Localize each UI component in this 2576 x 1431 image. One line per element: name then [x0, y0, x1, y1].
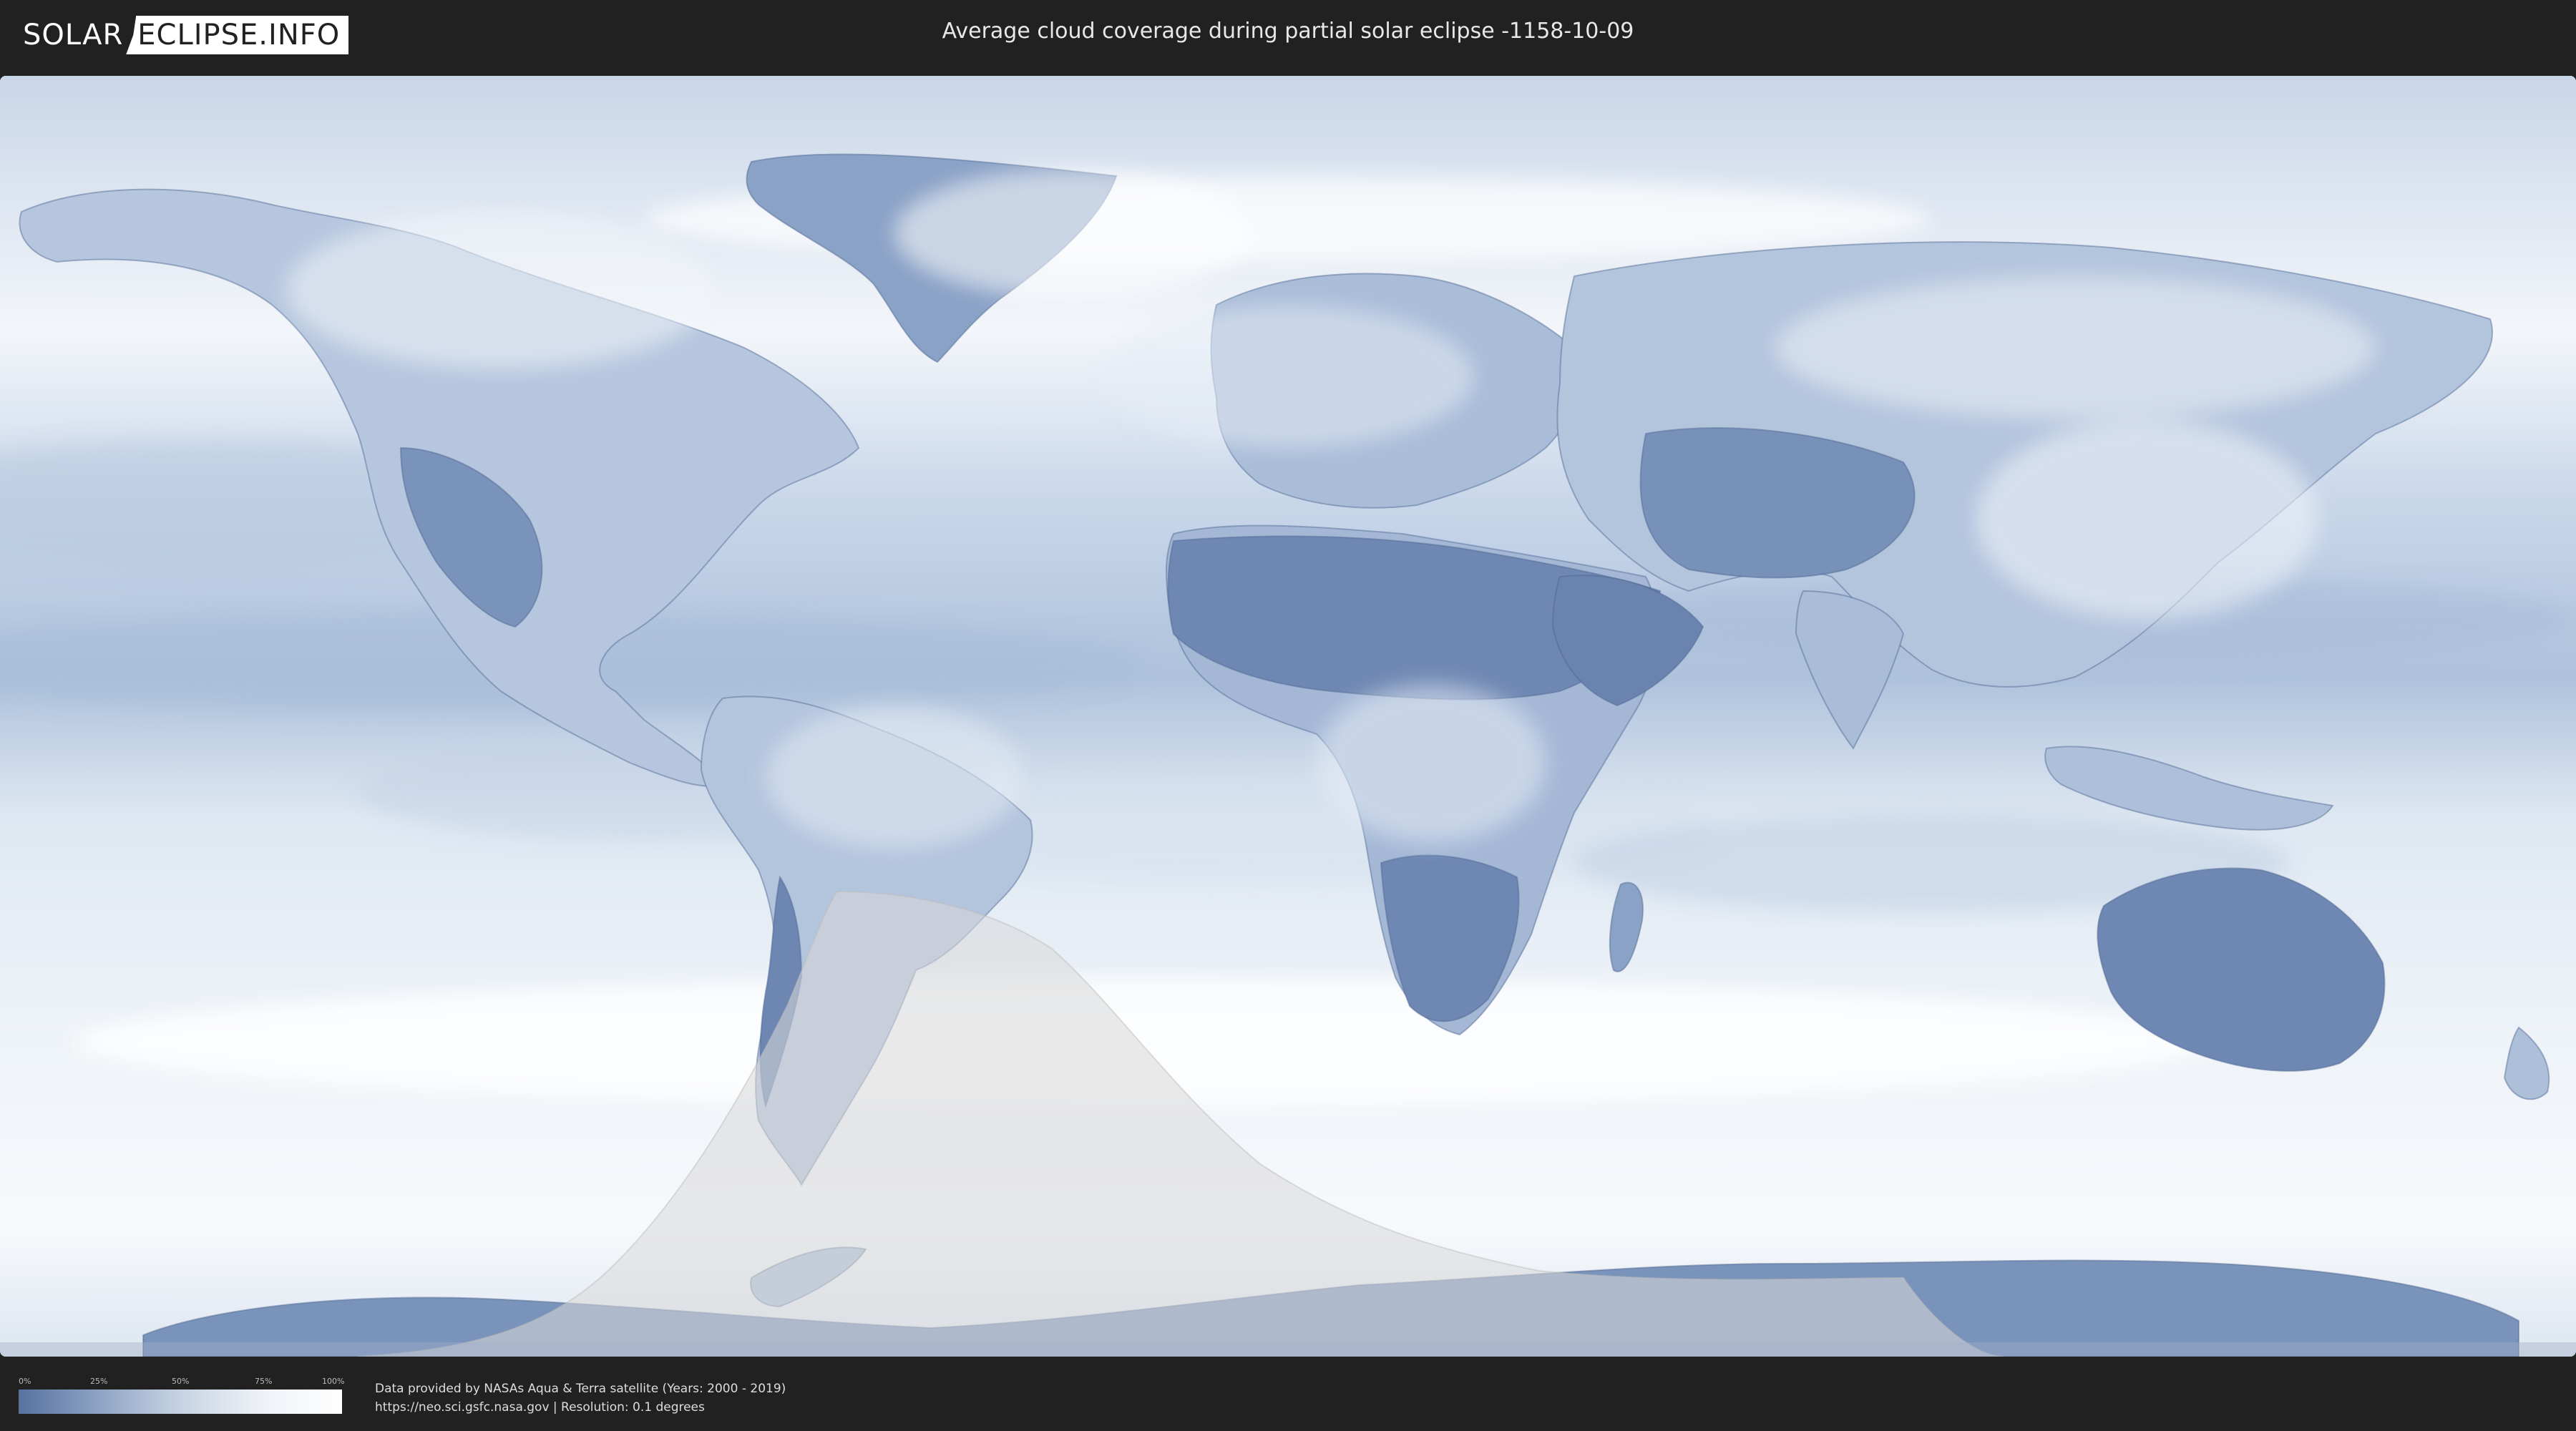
legend-tick-75: 75%: [255, 1377, 273, 1386]
legend-tick-0: 0%: [19, 1377, 31, 1386]
legend-tick-25: 25%: [90, 1377, 108, 1386]
data-credits: Data provided by NASAs Aqua & Terra sate…: [375, 1379, 786, 1417]
legend-tick-50: 50%: [172, 1377, 190, 1386]
cloud-coverage-map: [0, 76, 2576, 1357]
credits-line-2: https://neo.sci.gsfc.nasa.gov | Resoluti…: [375, 1400, 705, 1415]
map-bottom-edge: [0, 1342, 2576, 1357]
legend-tick-100: 100%: [322, 1377, 345, 1386]
page-title: Average cloud coverage during partial so…: [942, 19, 1634, 44]
credits-line-1: Data provided by NASAs Aqua & Terra sate…: [375, 1382, 786, 1396]
cloud-coverage-legend-bar: [19, 1390, 342, 1414]
header-bar: SOLAR ECLIPSE.INFO Average cloud coverag…: [0, 0, 2576, 72]
world-map-svg: [0, 76, 2576, 1357]
legend-ticks: 0% 25% 50% 75% 100%: [19, 1377, 345, 1387]
